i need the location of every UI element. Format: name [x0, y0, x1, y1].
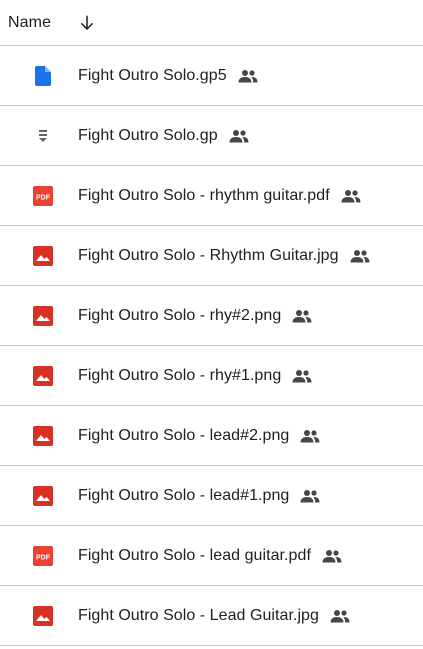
pdf-file-icon: PDF	[33, 185, 53, 206]
file-name: Fight Outro Solo - rhy#1.png	[78, 366, 282, 384]
file-list: Fight Outro Solo.gp5 Fight Outro Solo.gp…	[0, 46, 423, 646]
file-row[interactable]: Fight Outro Solo - Lead Guitar.jpg	[0, 586, 423, 646]
shared-people-icon	[340, 188, 362, 204]
shared-people-icon	[321, 548, 343, 564]
file-row[interactable]: Fight Outro Solo.gp	[0, 106, 423, 166]
shared-people-icon	[329, 608, 351, 624]
file-name: Fight Outro Solo - rhythm guitar.pdf	[78, 186, 330, 204]
image-file-icon	[33, 245, 53, 266]
file-name: Fight Outro Solo - rhy#2.png	[78, 306, 282, 324]
file-row[interactable]: PDF Fight Outro Solo - rhythm guitar.pdf	[0, 166, 423, 226]
shared-people-icon	[299, 428, 321, 444]
image-file-icon	[33, 365, 53, 386]
shared-people-icon	[228, 128, 250, 144]
file-row[interactable]: PDF Fight Outro Solo - lead guitar.pdf	[0, 526, 423, 586]
file-name: Fight Outro Solo.gp5	[78, 66, 227, 84]
file-name: Fight Outro Solo - lead#1.png	[78, 486, 290, 504]
file-row[interactable]: Fight Outro Solo - lead#2.png	[0, 406, 423, 466]
svg-text:PDF: PDF	[36, 554, 51, 561]
file-name: Fight Outro Solo.gp	[78, 126, 218, 144]
image-file-icon	[33, 485, 53, 506]
shared-people-icon	[349, 248, 371, 264]
file-row[interactable]: Fight Outro Solo - lead#1.png	[0, 466, 423, 526]
file-row[interactable]: Fight Outro Solo - rhy#1.png	[0, 346, 423, 406]
file-name: Fight Outro Solo - lead#2.png	[78, 426, 290, 444]
shared-people-icon	[299, 488, 321, 504]
file-name: Fight Outro Solo - Rhythm Guitar.jpg	[78, 246, 339, 264]
file-name: Fight Outro Solo - lead guitar.pdf	[78, 546, 311, 564]
image-file-icon	[33, 305, 53, 326]
image-file-icon	[33, 425, 53, 446]
file-row[interactable]: Fight Outro Solo.gp5	[0, 46, 423, 106]
file-row[interactable]: Fight Outro Solo - Rhythm Guitar.jpg	[0, 226, 423, 286]
pdf-file-icon: PDF	[33, 545, 53, 566]
image-file-icon	[33, 605, 53, 626]
file-name: Fight Outro Solo - Lead Guitar.jpg	[78, 606, 319, 624]
file-row[interactable]: Fight Outro Solo - rhy#2.png	[0, 286, 423, 346]
doc-file-icon	[33, 65, 53, 86]
svg-text:PDF: PDF	[36, 194, 51, 201]
sort-descending-button[interactable]	[75, 11, 99, 35]
shared-people-icon	[291, 308, 313, 324]
name-column-header[interactable]: Name	[8, 14, 51, 32]
column-header: Name	[0, 0, 423, 46]
arrow-down-icon	[81, 15, 94, 30]
generic-file-icon	[33, 126, 53, 146]
shared-people-icon	[291, 368, 313, 384]
shared-people-icon	[237, 68, 259, 84]
